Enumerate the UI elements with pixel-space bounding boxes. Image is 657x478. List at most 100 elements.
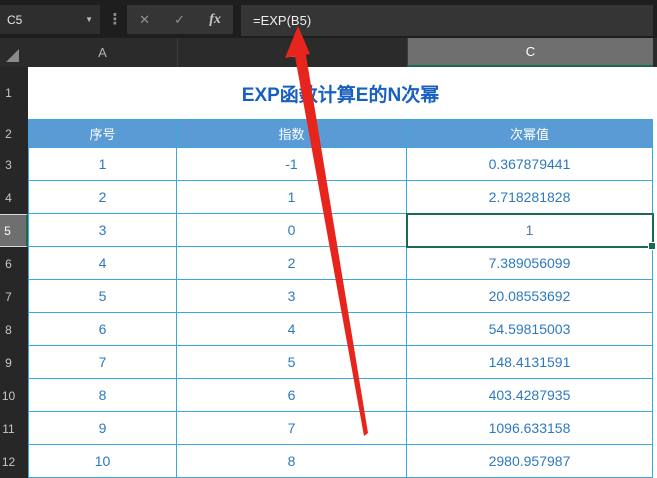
row-header-label: 11 xyxy=(2,422,14,436)
column-header[interactable]: C xyxy=(407,38,653,67)
cancel-icon[interactable]: ✕ xyxy=(139,12,150,28)
cell-value: 20.08553692 xyxy=(489,288,571,304)
table-cell[interactable]: 1 xyxy=(177,181,407,214)
title-cell[interactable]: EXP函数计算E的N次幂 xyxy=(28,67,653,119)
row-header[interactable]: 11 xyxy=(0,412,28,445)
row-header[interactable]: 10 xyxy=(0,379,28,412)
name-box[interactable]: C5 ▼ xyxy=(0,5,100,34)
cell-value: 3 xyxy=(99,222,107,238)
row-header-label: 8 xyxy=(5,323,12,337)
cell-value: 148.4131591 xyxy=(489,354,571,370)
row-header-label: 6 xyxy=(5,257,12,271)
table-row: 9 7 1096.633158 xyxy=(28,412,653,445)
select-all-triangle-icon xyxy=(6,49,19,62)
table-header-label: 序号 xyxy=(89,124,115,143)
table-cell[interactable]: 10 xyxy=(28,445,177,478)
table-row: 4 2 7.389056099 xyxy=(28,247,653,280)
cell-value: 1 xyxy=(99,156,107,172)
table-cell[interactable]: 3 xyxy=(177,280,407,313)
cell-value: 1096.633158 xyxy=(489,420,571,436)
table-cell[interactable]: 4 xyxy=(177,313,407,346)
table-cell[interactable]: 3 xyxy=(28,214,177,247)
row-header[interactable]: 9 xyxy=(0,346,28,379)
table-body: 1 -1 0.367879441 2 1 2.718281828 3 0 1 4… xyxy=(28,148,657,478)
cell-value: 7 xyxy=(288,420,296,436)
row-header[interactable]: 4 xyxy=(0,181,28,214)
table-row: 7 5 148.4131591 xyxy=(28,346,653,379)
table-cell[interactable]: 2.718281828 xyxy=(407,181,653,214)
row-header[interactable]: 2 xyxy=(0,119,28,148)
column-header-row: A B C xyxy=(0,38,657,67)
table-cell[interactable]: 148.4131591 xyxy=(407,346,653,379)
cell-value: 3 xyxy=(288,288,296,304)
column-header[interactable]: A xyxy=(28,38,177,67)
table-cell[interactable]: 8 xyxy=(28,379,177,412)
table-cell[interactable]: 403.4287935 xyxy=(407,379,653,412)
cell-value: 403.4287935 xyxy=(489,387,571,403)
table-header-row: 序号 指数 次幂值 xyxy=(28,119,653,148)
table-cell[interactable]: 4 xyxy=(28,247,177,280)
select-all-corner[interactable] xyxy=(0,38,28,67)
row-header-label: 3 xyxy=(5,158,12,172)
row-header[interactable]: 12 xyxy=(0,445,28,478)
row-header-label: 5 xyxy=(4,224,11,238)
table-cell[interactable]: 7 xyxy=(177,412,407,445)
table-cell[interactable]: 54.59815003 xyxy=(407,313,653,346)
table-cell[interactable]: 6 xyxy=(177,379,407,412)
table-cell[interactable]: 1096.633158 xyxy=(407,412,653,445)
table-header-cell[interactable]: 次幂值 xyxy=(407,119,653,148)
row-header[interactable]: 1 xyxy=(0,67,28,119)
table-cell[interactable]: 5 xyxy=(177,346,407,379)
row-header-label: 10 xyxy=(2,389,15,403)
table-cell[interactable]: 6 xyxy=(28,313,177,346)
row-header[interactable]: 7 xyxy=(0,280,28,313)
sheet-area: EXP函数计算E的N次幂 序号 指数 次幂值 1 -1 0.367879441 … xyxy=(28,67,657,478)
table-cell[interactable]: 7.389056099 xyxy=(407,247,653,280)
table-cell[interactable]: 1 xyxy=(28,148,177,181)
table-row: 5 3 20.08553692 xyxy=(28,280,653,313)
table-cell[interactable]: 2 xyxy=(28,181,177,214)
table-cell[interactable]: 0 xyxy=(177,214,407,247)
formula-input[interactable]: =EXP(B5) xyxy=(241,5,653,36)
table-cell[interactable]: 2980.957987 xyxy=(407,445,653,478)
cell-value: 1 xyxy=(288,189,296,205)
more-options-icon[interactable]: ⋮ xyxy=(105,0,125,38)
chevron-down-icon[interactable]: ▼ xyxy=(85,15,93,24)
table-cell[interactable]: 2 xyxy=(177,247,407,280)
table-header-cell[interactable]: 指数 xyxy=(177,119,407,148)
row-header-label: 4 xyxy=(5,191,12,205)
table-cell[interactable]: 5 xyxy=(28,280,177,313)
table-cell[interactable]: 7 xyxy=(28,346,177,379)
formula-text: =EXP(B5) xyxy=(253,13,311,28)
table-cell[interactable]: 0.367879441 xyxy=(407,148,653,181)
cell-value: 7.389056099 xyxy=(489,255,571,271)
cell-value: 6 xyxy=(99,321,107,337)
selected-cell-border[interactable] xyxy=(406,213,654,248)
row-header[interactable]: 6 xyxy=(0,247,28,280)
table-cell[interactable]: 20.08553692 xyxy=(407,280,653,313)
cell-value: 9 xyxy=(99,420,107,436)
row-header[interactable]: 5 xyxy=(0,214,28,247)
cell-value: 6 xyxy=(288,387,296,403)
enter-icon[interactable]: ✓ xyxy=(174,12,185,28)
cell-value: 4 xyxy=(288,321,296,337)
row-header[interactable]: 8 xyxy=(0,313,28,346)
table-row: 6 4 54.59815003 xyxy=(28,313,653,346)
fill-handle[interactable] xyxy=(648,242,656,250)
column-header[interactable]: B xyxy=(177,38,407,67)
table-row: 2 1 2.718281828 xyxy=(28,181,653,214)
table-row: 8 6 403.4287935 xyxy=(28,379,653,412)
table-cell[interactable]: -1 xyxy=(177,148,407,181)
table-cell[interactable]: 9 xyxy=(28,412,177,445)
row-header[interactable]: 3 xyxy=(0,148,28,181)
spreadsheet-app: C5 ▼ ⋮ ✕ ✓ fx =EXP(B5) A B C 1 2 3 xyxy=(0,0,657,478)
cell-value: 8 xyxy=(288,453,296,469)
cell-value: 2.718281828 xyxy=(489,189,571,205)
cell-value: 0.367879441 xyxy=(489,156,571,172)
cell-value: 4 xyxy=(99,255,107,271)
insert-function-icon[interactable]: fx xyxy=(209,12,221,28)
table-header-cell[interactable]: 序号 xyxy=(28,119,177,148)
row-header-label: 9 xyxy=(5,356,12,370)
sheet-title: EXP函数计算E的N次幂 xyxy=(242,80,439,107)
table-cell[interactable]: 8 xyxy=(177,445,407,478)
